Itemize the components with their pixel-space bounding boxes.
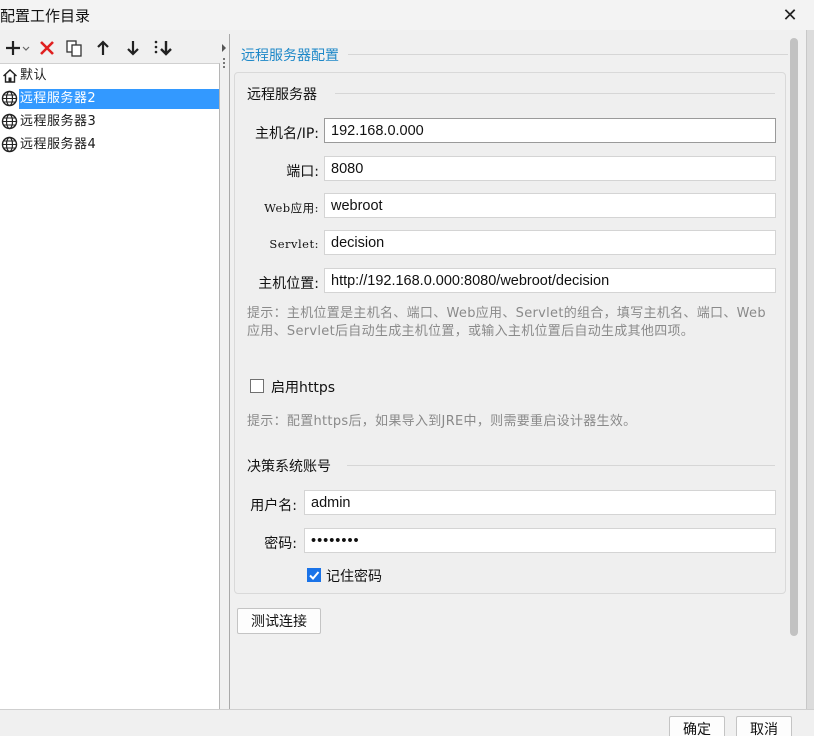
tree-item-label: 默认 [20,67,48,83]
servlet-input[interactable] [324,230,776,255]
tree-item-server3[interactable]: 远程服务器3 [0,110,219,133]
delete-icon [40,41,54,55]
server-section-title: 远程服务器 [247,87,317,103]
port-input[interactable] [324,156,776,181]
arrow-down-icon [127,41,139,56]
password-label: 密码: [264,536,297,552]
username-input[interactable] [304,490,776,515]
remember-password-checkbox[interactable] [307,568,321,582]
username-label: 用户名: [250,498,297,514]
cancel-button[interactable]: 取消 [736,716,792,736]
sort-button[interactable] [148,35,178,61]
location-label: 主机位置: [258,276,319,292]
webapp-input[interactable] [324,193,776,218]
dialog-footer: 确定 取消 [0,709,814,736]
grip-dot [223,58,225,60]
home-icon [0,67,19,85]
close-button[interactable]: ✕ [772,0,808,30]
https-label[interactable]: 启用https [271,377,335,397]
copy-icon [66,40,82,57]
vertical-scrollbar[interactable] [788,36,800,708]
hint-location: 提示：主机位置是主机名、端口、Web应用、Servlet的组合，填写主机名、端口… [247,306,766,339]
move-up-button[interactable] [88,35,118,61]
globe-icon [0,90,19,108]
servlet-label: Servlet: [269,237,319,251]
section-divider [347,465,775,466]
scrollbar-thumb[interactable] [790,38,798,636]
tree-item-label: 远程服务器2 [18,88,219,109]
account-section-title: 决策系统账号 [247,459,331,475]
server-config-panel: 远程服务器配置 远程服务器 主机名/IP: 端口: Web应用: Servlet… [231,34,788,709]
tree-item-server2[interactable]: 远程服务器2 [0,87,219,110]
test-connection-button[interactable]: 测试连接 [237,608,321,634]
remember-password-label[interactable]: 记住密码 [326,566,382,586]
checkmark-icon [309,571,320,580]
tree-toolbar [0,34,220,62]
plus-icon [6,41,30,55]
hint-https: 提示：配置https后，如果导入到JRE中，则需要重启设计器生效。 [247,414,637,429]
host-label: 主机名/IP: [254,126,319,142]
window-edge [806,30,814,710]
tree-item-label: 远程服务器3 [20,113,97,129]
port-label: 端口: [286,164,319,180]
tree-item-label: 远程服务器4 [20,136,97,152]
section-divider [335,93,775,94]
panel-splitter[interactable] [220,34,230,709]
https-checkbox[interactable] [250,379,264,393]
password-input[interactable] [304,528,776,553]
webapp-label: Web应用: [264,201,319,215]
tree-item-server4[interactable]: 远程服务器4 [0,133,219,156]
config-group: 远程服务器 主机名/IP: 端口: Web应用: Servlet: 主机位置: … [234,72,786,594]
move-down-button[interactable] [118,35,148,61]
title-divider [348,54,788,55]
ok-button[interactable]: 确定 [669,716,725,736]
copy-button[interactable] [60,35,88,61]
grip-dot [223,66,225,68]
title-bar: 配置工作目录 ✕ [0,0,814,30]
close-icon: ✕ [782,4,798,26]
panel-title: 远程服务器配置 [241,48,339,64]
host-input[interactable] [324,118,776,143]
collapse-arrow-icon[interactable] [222,44,226,52]
grip-dot [223,62,225,64]
delete-button[interactable] [34,35,60,61]
window-title: 配置工作目录 [0,7,91,25]
server-tree: 默认 远程服务器2 远程服务器3 远程服务器4 [0,63,220,709]
tree-item-default[interactable]: 默认 [0,64,219,87]
sort-icon [154,40,172,56]
add-button[interactable] [0,35,34,61]
location-input[interactable] [324,268,776,293]
globe-icon [0,136,19,154]
globe-icon [0,113,19,131]
arrow-up-icon [97,40,109,55]
